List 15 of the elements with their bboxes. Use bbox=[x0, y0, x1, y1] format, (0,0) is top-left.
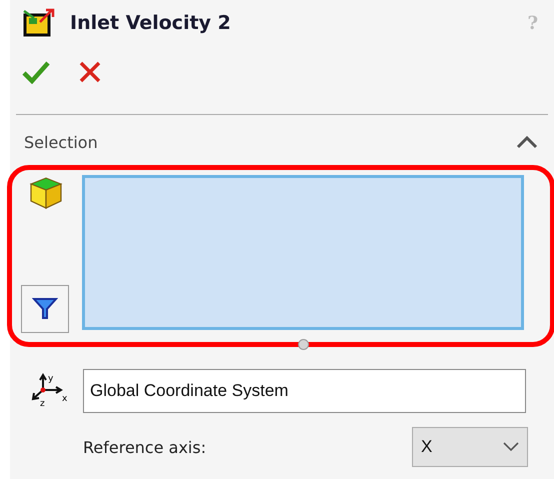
coordinate-system-field[interactable]: Global Coordinate System bbox=[83, 369, 526, 413]
caret-icon bbox=[503, 442, 519, 452]
filter-button[interactable] bbox=[21, 285, 69, 333]
section-title: Selection bbox=[24, 132, 98, 152]
panel-title: Inlet Velocity 2 bbox=[70, 12, 232, 34]
cancel-button[interactable] bbox=[78, 60, 102, 84]
cube-icon bbox=[28, 175, 64, 211]
reference-axis-dropdown[interactable]: X bbox=[412, 427, 528, 467]
boundary-condition-icon bbox=[22, 8, 56, 38]
resize-handle[interactable] bbox=[298, 339, 309, 350]
funnel-icon bbox=[32, 296, 58, 322]
collapse-chevron-icon[interactable] bbox=[516, 135, 538, 149]
selection-list-field[interactable] bbox=[82, 175, 524, 330]
ok-button[interactable] bbox=[22, 60, 50, 84]
reference-axis-label: Reference axis: bbox=[83, 438, 206, 456]
